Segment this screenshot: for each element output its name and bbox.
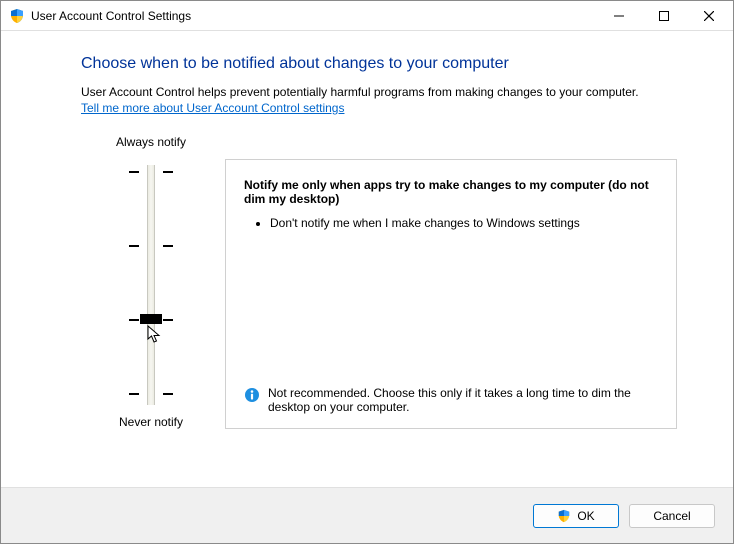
- uac-shield-icon: [9, 8, 25, 24]
- titlebar: User Account Control Settings: [1, 1, 733, 31]
- slider-label-never: Never notify: [119, 415, 183, 429]
- learn-more-link[interactable]: Tell me more about User Account Control …: [81, 101, 344, 115]
- notification-slider: Always notify Never notify: [81, 133, 221, 429]
- cursor-icon: [147, 325, 163, 345]
- page-heading: Choose when to be notified about changes…: [81, 55, 677, 73]
- uac-settings-window: User Account Control Settings Choose whe…: [0, 0, 734, 544]
- uac-shield-icon: [557, 509, 571, 523]
- slider-label-always: Always notify: [116, 135, 186, 149]
- slider-track[interactable]: [111, 165, 191, 405]
- cancel-button[interactable]: Cancel: [629, 504, 715, 528]
- level-description-panel: Notify me only when apps try to make cha…: [225, 159, 677, 429]
- ok-button[interactable]: OK: [533, 504, 619, 528]
- close-button[interactable]: [686, 2, 731, 30]
- cancel-button-label: Cancel: [653, 509, 690, 523]
- page-description: User Account Control helps prevent poten…: [81, 85, 677, 99]
- level-recommendation: Not recommended. Choose this only if it …: [244, 386, 658, 414]
- dialog-footer: OK Cancel: [1, 487, 733, 543]
- window-title: User Account Control Settings: [31, 9, 191, 23]
- level-bullet: Don't notify me when I make changes to W…: [270, 216, 658, 230]
- slider-thumb[interactable]: [140, 314, 162, 324]
- level-recommendation-text: Not recommended. Choose this only if it …: [268, 386, 658, 414]
- info-icon: [244, 387, 260, 403]
- minimize-button[interactable]: [596, 2, 641, 30]
- level-title: Notify me only when apps try to make cha…: [244, 178, 658, 206]
- ok-button-label: OK: [577, 509, 594, 523]
- window-controls: [596, 2, 731, 30]
- content-area: Choose when to be notified about changes…: [1, 31, 733, 487]
- level-bullets: Don't notify me when I make changes to W…: [250, 216, 658, 232]
- maximize-button[interactable]: [641, 2, 686, 30]
